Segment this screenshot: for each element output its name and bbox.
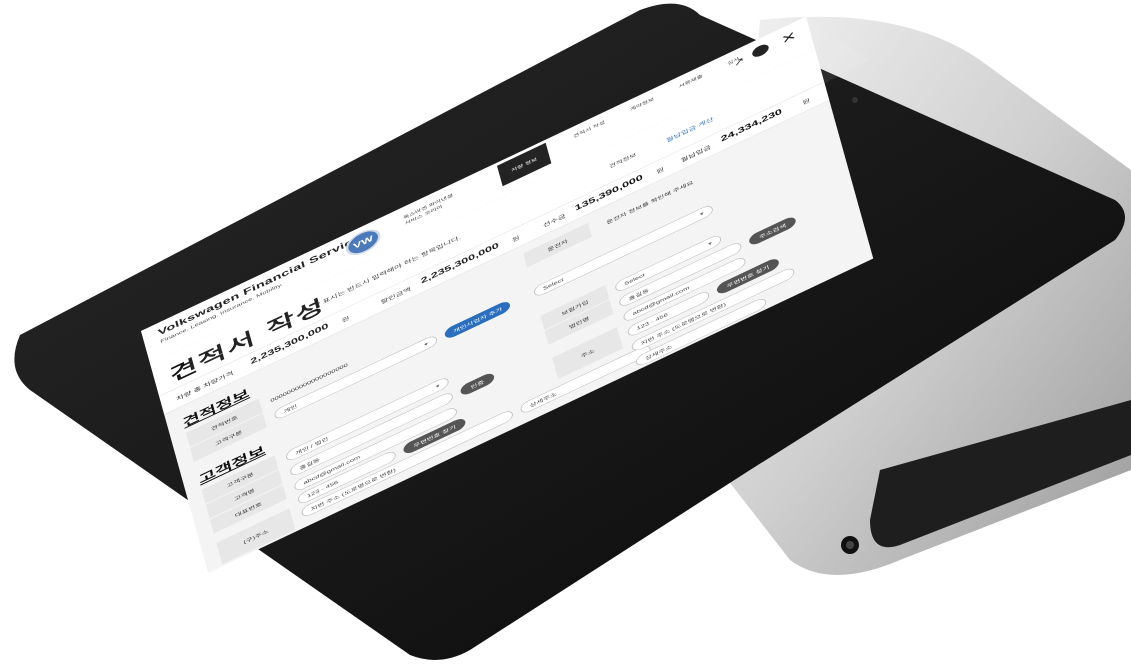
chevron-down-icon: ▾ <box>707 240 713 247</box>
step-estimate[interactable]: 견적서 작성 <box>573 119 606 140</box>
secondary-select-value: Select <box>623 272 646 287</box>
close-icon[interactable]: ✕ <box>780 28 798 47</box>
chevron-down-icon: ▾ <box>699 210 705 217</box>
add-business-button[interactable]: 개인사업자 추가 <box>443 299 512 341</box>
customer-name-value: 홍길동 <box>298 456 321 471</box>
insurance-select-value: Select <box>542 276 565 292</box>
detail-address-value: 상세주소 <box>529 390 558 409</box>
unit-3: 원 <box>656 166 665 176</box>
prepay-label: 선수금 <box>542 213 567 229</box>
corp-name-value: 홍길동 <box>627 287 650 302</box>
step-contract[interactable]: 계약정보 <box>629 96 655 113</box>
unit-2: 원 <box>511 234 521 244</box>
corp-search-button[interactable]: 주소검색 <box>747 214 798 247</box>
title-row: 견적서 작성 * 표시는 반드시 입력해야 하는 항목입니다. 견적정보 월납입… <box>150 49 825 397</box>
customer-type-value: 개인 <box>282 403 298 415</box>
chevron-down-icon: ▾ <box>435 382 441 389</box>
tablet-screen: Volkswagen Financial Services Finance. L… <box>141 16 874 574</box>
unit-1: 원 <box>341 315 351 325</box>
verify-button[interactable]: 인증 <box>459 371 496 398</box>
photo-scene: Volkswagen Financial Services Finance. L… <box>0 0 1131 667</box>
profile-avatar[interactable] <box>751 42 770 60</box>
chevron-down-icon: ▾ <box>423 340 429 348</box>
tab-estimate[interactable]: 견적정보 <box>608 151 637 170</box>
step-documents[interactable]: 서류제출 <box>678 73 703 90</box>
unit-4: 원 <box>801 97 811 107</box>
